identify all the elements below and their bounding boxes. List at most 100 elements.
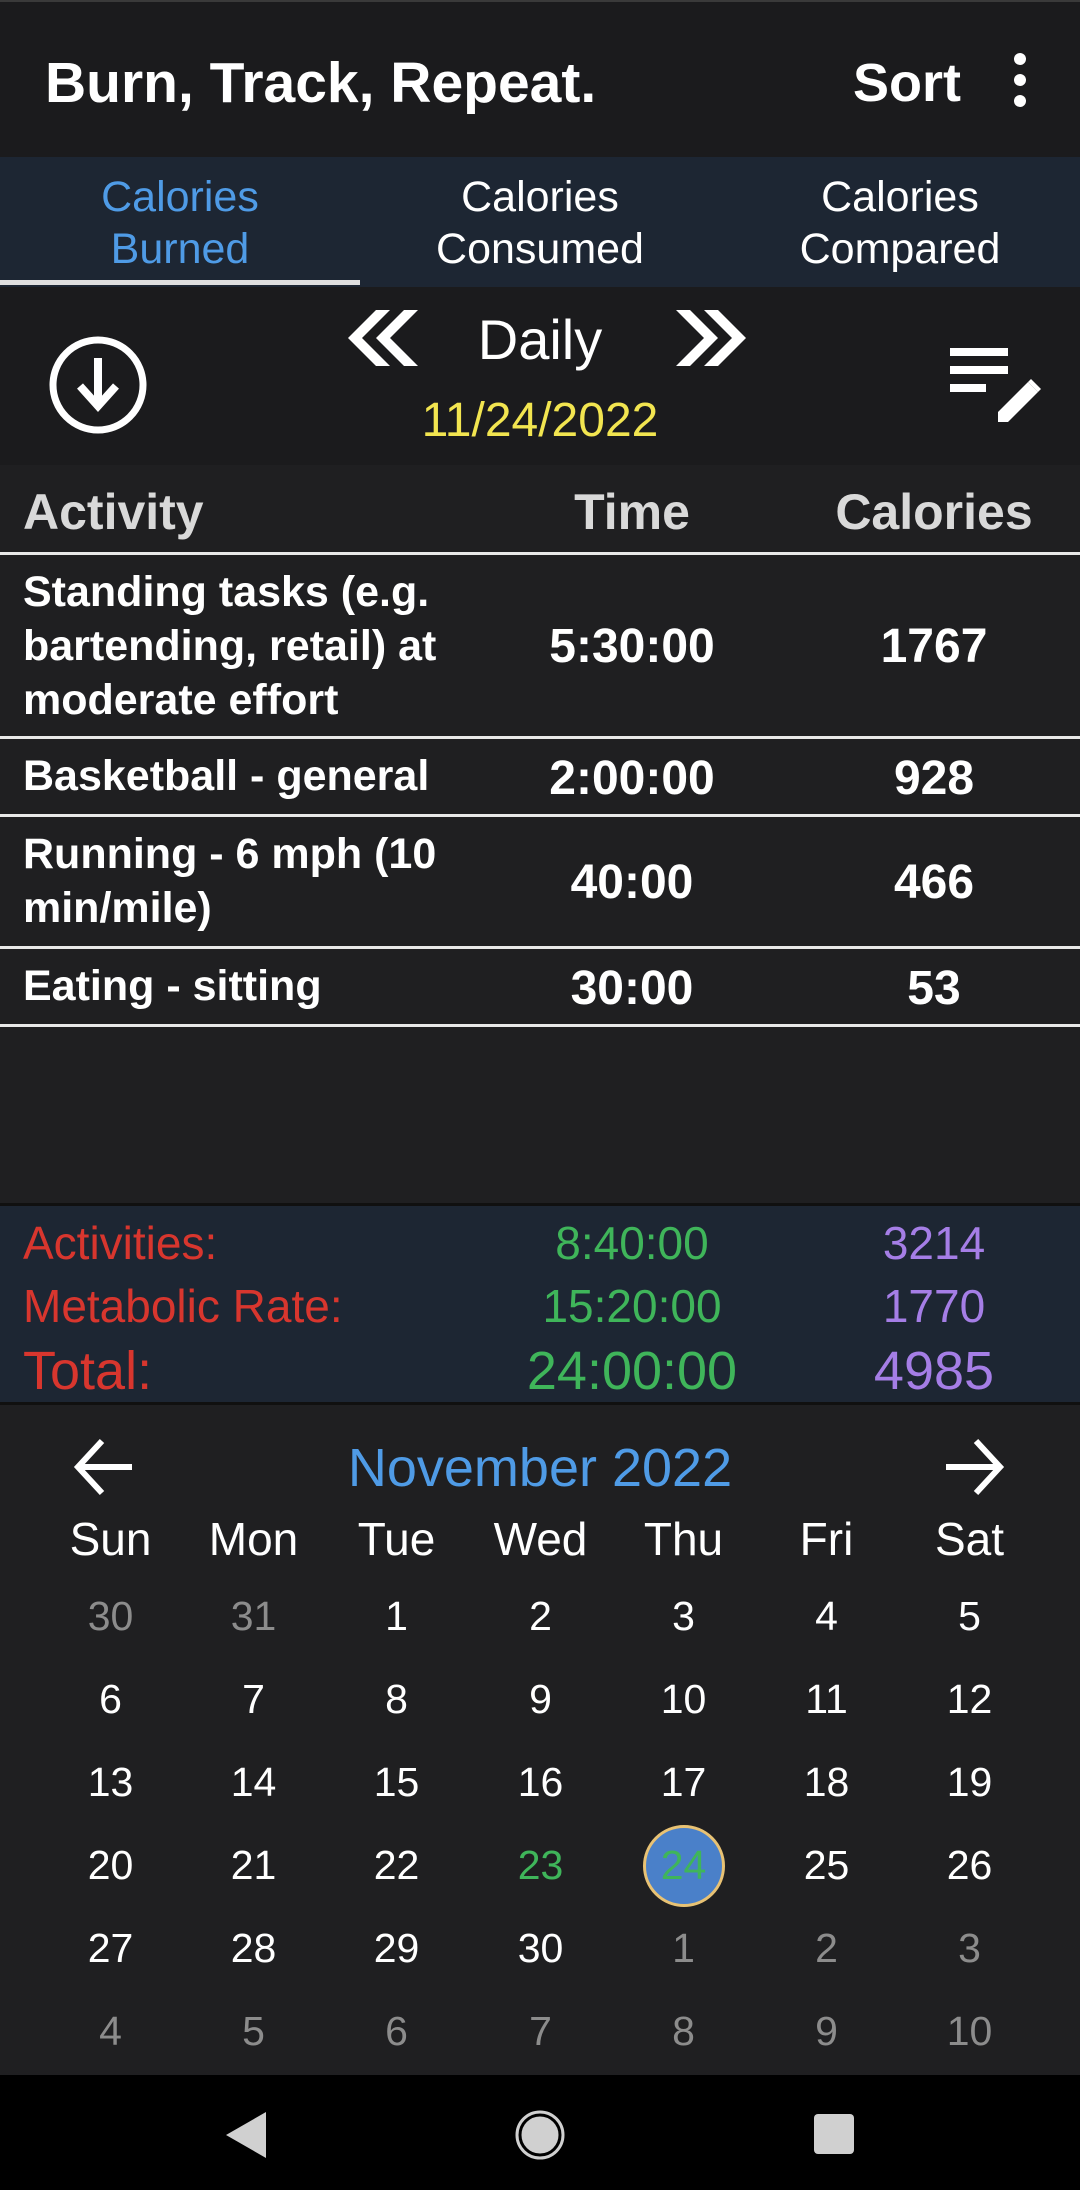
recent-apps-icon[interactable] [812, 2112, 856, 2156]
calendar-day[interactable]: 18 [755, 1741, 898, 1824]
metabolic-rate-calories: 1770 [882, 1280, 986, 1332]
calendar-day[interactable]: 26 [898, 1824, 1041, 1907]
calendar-day[interactable]: 6 [325, 1990, 468, 2073]
calendar-day[interactable]: 8 [325, 1658, 468, 1741]
table-row[interactable]: Standing tasks (e.g. bartending, retail)… [0, 555, 1080, 739]
activity-time: 40:00 [570, 856, 694, 909]
selected-date: 11/24/2022 [421, 394, 659, 447]
activity-name: Running - 6 mph (10 min/mile) [23, 830, 437, 932]
app-title: Burn, Track, Repeat. [45, 51, 597, 115]
weekday-label: Wed [493, 1513, 588, 1565]
activity-time: 5:30:00 [549, 620, 715, 673]
calendar-day[interactable]: 22 [325, 1824, 468, 1907]
activities-label: Activities: [23, 1217, 218, 1269]
calendar: November 2022 Sun Mon Tue Wed Thu Fri Sa… [0, 1405, 1080, 2075]
calendar-day-number: 24 [660, 1842, 707, 1888]
tab-calories-burned[interactable]: Calories Burned [0, 171, 360, 275]
calendar-day[interactable]: 2 [469, 1575, 612, 1658]
calendar-day[interactable]: 2 [755, 1907, 898, 1990]
previous-period-icon[interactable] [334, 310, 424, 366]
system-nav-bar [0, 2075, 1080, 2190]
home-icon[interactable] [515, 2110, 565, 2160]
activity-calories: 928 [893, 752, 975, 805]
more-options-icon[interactable] [1000, 50, 1040, 110]
weekday-label: Tue [357, 1513, 436, 1565]
tab-bar: Calories Burned Calories Consumed Calori… [0, 157, 1080, 287]
download-icon[interactable] [47, 334, 149, 436]
calendar-day[interactable]: 4 [755, 1575, 898, 1658]
calendar-day[interactable]: 3 [898, 1907, 1041, 1990]
calendar-day[interactable]: 1 [325, 1575, 468, 1658]
column-header-time[interactable]: Time [482, 483, 782, 541]
calendar-day[interactable]: 20 [39, 1824, 182, 1907]
back-icon[interactable] [222, 2110, 268, 2160]
calendar-day-today[interactable]: 23 [469, 1824, 612, 1907]
column-header-calories[interactable]: Calories [784, 483, 1080, 541]
calendar-day[interactable]: 10 [898, 1990, 1041, 2073]
activity-name: Basketball - general [23, 752, 430, 800]
calendar-day[interactable]: 11 [755, 1658, 898, 1741]
calendar-day[interactable]: 17 [612, 1741, 755, 1824]
calendar-day[interactable]: 9 [469, 1658, 612, 1741]
calendar-day[interactable]: 12 [898, 1658, 1041, 1741]
calendar-day[interactable]: 1 [612, 1907, 755, 1990]
activity-time: 30:00 [570, 962, 694, 1015]
total-time: 24:00:00 [526, 1341, 738, 1401]
calendar-day[interactable]: 3 [612, 1575, 755, 1658]
calendar-day[interactable]: 25 [755, 1824, 898, 1907]
activity-time: 2:00:00 [549, 752, 715, 805]
period-label[interactable]: Daily [440, 307, 640, 372]
calendar-day[interactable]: 5 [182, 1990, 325, 2073]
calendar-day[interactable]: 30 [469, 1907, 612, 1990]
calendar-day[interactable]: 13 [39, 1741, 182, 1824]
table-header: Activity Time Calories [0, 465, 1080, 555]
previous-month-icon[interactable] [72, 1435, 136, 1499]
calendar-day[interactable]: 6 [39, 1658, 182, 1741]
weekday-label: Mon [208, 1513, 299, 1565]
activity-calories: 1767 [880, 620, 988, 673]
metabolic-rate-time: 15:20:00 [542, 1280, 722, 1332]
activities-time: 8:40:00 [555, 1217, 709, 1269]
next-period-icon[interactable] [656, 310, 746, 366]
sort-button[interactable]: Sort [853, 52, 961, 114]
activity-name: Standing tasks (e.g. bartending, retail)… [23, 568, 437, 724]
tab-calories-compared[interactable]: Calories Compared [720, 171, 1080, 275]
calendar-day[interactable]: 14 [182, 1741, 325, 1824]
calendar-month-title: November 2022 [347, 1438, 733, 1498]
calendar-day[interactable]: 4 [39, 1990, 182, 2073]
calendar-day[interactable]: 15 [325, 1741, 468, 1824]
calendar-day[interactable]: 5 [898, 1575, 1041, 1658]
activity-calories: 53 [907, 962, 961, 1015]
edit-list-icon[interactable] [946, 342, 1042, 424]
weekday-label: Sun [69, 1513, 152, 1565]
total-calories: 4985 [873, 1341, 995, 1401]
calendar-day-selected[interactable]: 24 [612, 1824, 755, 1907]
column-header-activity[interactable]: Activity [23, 483, 204, 541]
metabolic-rate-label: Metabolic Rate: [23, 1280, 343, 1332]
app-bar: Burn, Track, Repeat. Sort [0, 0, 1080, 157]
calendar-day[interactable]: 31 [182, 1575, 325, 1658]
weekday-label: Sat [934, 1513, 1005, 1565]
calendar-day[interactable]: 29 [325, 1907, 468, 1990]
calendar-day[interactable]: 21 [182, 1824, 325, 1907]
calendar-day[interactable]: 28 [182, 1907, 325, 1990]
calendar-day[interactable]: 30 [39, 1575, 182, 1658]
calendar-day[interactable]: 16 [469, 1741, 612, 1824]
calendar-day[interactable]: 9 [755, 1990, 898, 2073]
calendar-day[interactable]: 27 [39, 1907, 182, 1990]
activities-calories: 3214 [882, 1217, 986, 1269]
activities-table: Activity Time Calories Standing tasks (e… [0, 465, 1080, 1027]
activity-name: Eating - sitting [23, 962, 322, 1010]
calendar-day[interactable]: 7 [182, 1658, 325, 1741]
table-row[interactable]: Running - 6 mph (10 min/mile) 40:00 466 [0, 817, 1080, 949]
calendar-day[interactable]: 10 [612, 1658, 755, 1741]
table-row[interactable]: Basketball - general 2:00:00 928 [0, 739, 1080, 817]
weekday-label: Thu [643, 1513, 724, 1565]
tab-calories-consumed[interactable]: Calories Consumed [360, 171, 720, 275]
tab-indicator [0, 280, 360, 285]
table-row[interactable]: Eating - sitting 30:00 53 [0, 949, 1080, 1027]
next-month-icon[interactable] [942, 1435, 1006, 1499]
calendar-day[interactable]: 8 [612, 1990, 755, 2073]
calendar-day[interactable]: 19 [898, 1741, 1041, 1824]
calendar-day[interactable]: 7 [469, 1990, 612, 2073]
